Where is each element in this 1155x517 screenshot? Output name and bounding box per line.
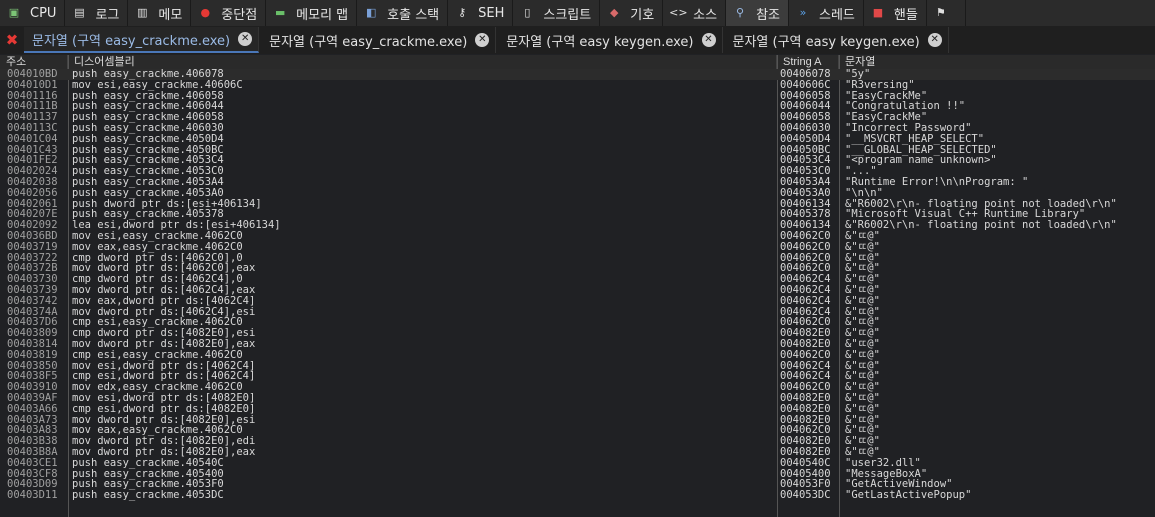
strings-tab-label: 문자열 (구역 easy_crackme.exe) (32, 33, 231, 49)
table-row[interactable]: 00403D11 push easy_crackme.4053DC 004053DC… (0, 490, 1155, 501)
top-tab-bar: ▣ CPU ▤ 로그 ▥ 메모 ● 중단점 ▬ 메모리 맵 ◧ 호출 스택 ⚷ SEH ▯ 스크립트 ◆ 기호 <>… (0, 0, 1155, 27)
references-tab-bar: ✖ 문자열 (구역 easy_crackme.exe) ✕ 문자열 (구역 easy… (0, 26, 1155, 54)
tab-label: 메모리 맵 (296, 7, 349, 23)
strings-tab-label: 문자열 (구역 easy_crackme.exe) (269, 34, 468, 50)
address-cell: 00403D11 (7, 489, 58, 502)
tab-label: 스크립트 (543, 7, 592, 23)
tab-label: 참조 (756, 7, 780, 23)
threads-icon: » (799, 6, 807, 19)
tab-call-stack[interactable]: ◧ 호출 스택 (357, 0, 449, 26)
tab-log[interactable]: ▤ 로그 (65, 0, 129, 26)
tab-breakpoint[interactable]: ● 중단점 (191, 0, 267, 26)
tab-label: 소스 (693, 7, 718, 23)
close-tab-icon[interactable]: ✕ (238, 32, 253, 46)
tab-source[interactable]: <> 소스 (663, 0, 727, 26)
call-stack-icon: ◧ (365, 6, 377, 19)
strings-tab[interactable]: 문자열 (구역 easy keygen.exe) ✕ (498, 27, 723, 53)
tab-label: 중단점 (221, 7, 258, 23)
tab-script[interactable]: ▯ 스크립트 (513, 0, 601, 26)
memory-map-icon: ▬ (274, 6, 286, 19)
tab-seh[interactable]: ⚷ SEH (448, 0, 514, 26)
close-tab-icon[interactable]: ✕ (701, 33, 716, 47)
tab-label: CPU (30, 5, 57, 21)
column-header-disassembly[interactable]: 디스어셈블리 (68, 55, 777, 69)
tab-cpu[interactable]: ▣ CPU (0, 0, 66, 26)
tab-memory-map[interactable]: ▬ 메모리 맵 (266, 0, 358, 26)
notes-icon: ▥ (137, 6, 148, 19)
tab-label: 로그 (95, 7, 120, 23)
tab-label: SEH (478, 5, 505, 21)
tab-label: 메모 (158, 7, 183, 23)
string-references-table: 주소 디스어셈블리 String A 문자열 004010BD push easy… (0, 55, 1155, 517)
close-tab-icon[interactable]: ✕ (927, 33, 942, 47)
tab-handles[interactable]: ■ 핸들 (864, 0, 927, 26)
tab-label: 스레드 (819, 7, 855, 23)
strings-tab[interactable]: 문자열 (구역 easy_crackme.exe) ✕ (261, 27, 497, 53)
disassembly-cell: push easy_crackme.4053DC (72, 489, 224, 502)
trace-icon: ⚑ (935, 6, 946, 19)
string-cell: "GetLastActivePopup" (845, 489, 972, 502)
source-icon: <> (669, 6, 688, 19)
column-header-address[interactable]: 주소 (0, 55, 68, 69)
seh-icon: ⚷ (458, 6, 467, 19)
strings-tab-label: 문자열 (구역 easy keygen.exe) (732, 34, 920, 50)
close-all-tabs-icon[interactable]: ✖ (0, 27, 24, 53)
string-address-cell: 004053DC (780, 489, 831, 502)
column-header-string-address[interactable]: String A (777, 55, 839, 69)
script-icon: ▯ (524, 6, 531, 19)
tab-threads[interactable]: » 스레드 (789, 0, 864, 26)
strings-tab-label: 문자열 (구역 easy keygen.exe) (506, 34, 694, 50)
strings-tab[interactable]: 문자열 (구역 easy_crackme.exe) ✕ (24, 27, 260, 53)
strings-tab[interactable]: 문자열 (구역 easy keygen.exe) ✕ (725, 27, 949, 53)
tab-symbols[interactable]: ◆ 기호 (600, 0, 664, 26)
tab-references[interactable]: ⚲ 참조 (726, 0, 789, 26)
column-header-string[interactable]: 문자열 (839, 55, 1155, 69)
string-cell: &"R6002\r\n- floating point not loaded\r… (845, 219, 1117, 232)
tab-notes[interactable]: ▥ 메모 (128, 0, 192, 26)
symbols-icon: ◆ (610, 6, 619, 19)
references-icon: ⚲ (736, 6, 745, 19)
breakpoint-icon: ● (200, 6, 211, 19)
tab-trace[interactable]: ⚑ (927, 0, 966, 26)
log-icon: ▤ (74, 6, 85, 19)
close-tab-icon[interactable]: ✕ (475, 33, 490, 47)
handles-icon: ■ (872, 6, 884, 19)
tab-label: 기호 (630, 7, 655, 23)
tab-label: 핸들 (893, 7, 918, 23)
cpu-icon: ▣ (8, 6, 20, 19)
tab-label: 호출 스택 (387, 7, 440, 23)
